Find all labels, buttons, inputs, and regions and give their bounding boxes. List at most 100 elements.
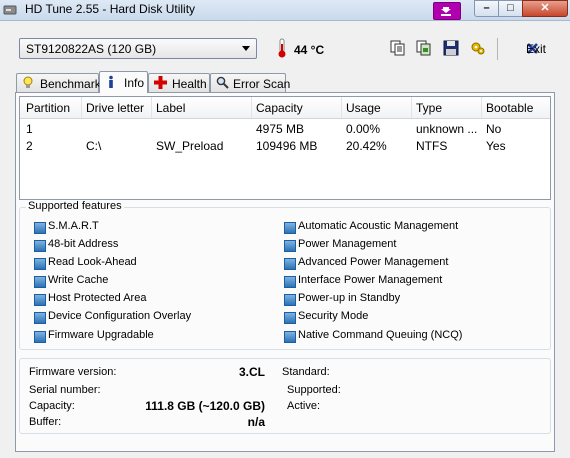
cell-partition: 2: [26, 139, 33, 153]
firmware-version-value: 3.CL: [238, 365, 265, 379]
exit-label: Exit: [526, 42, 547, 56]
feature-label: S.M.A.R.T: [48, 220, 99, 232]
column-header-label[interactable]: Label: [156, 101, 185, 115]
supported-label: Supported:: [287, 384, 341, 396]
feature-checkbox: [34, 258, 46, 270]
firmware-version-label: Firmware version:: [29, 366, 117, 378]
column-header-usage[interactable]: Usage: [346, 101, 381, 115]
tab-health[interactable]: Health: [148, 73, 210, 92]
magnifier-icon: [216, 76, 229, 92]
feature-label: Write Cache: [48, 274, 109, 286]
column-header-partition[interactable]: Partition: [26, 101, 70, 115]
column-separator: [81, 97, 82, 118]
copy-text-icon[interactable]: [389, 39, 407, 57]
capacity-value: 111.8 GB (~120.0 GB): [145, 399, 265, 413]
options-icon[interactable]: [469, 39, 487, 57]
feature-checkbox: [34, 294, 46, 306]
feature-checkbox: [284, 276, 296, 288]
feature-label: Host Protected Area: [48, 292, 147, 304]
cell-bootable: Yes: [486, 139, 506, 153]
tab-benchmark[interactable]: Benchmark: [16, 73, 101, 93]
feature-label: Power-up in Standby: [298, 292, 401, 304]
hd-tune-app-icon: [3, 3, 17, 17]
drive-select[interactable]: ST9120822AS (120 GB): [19, 38, 257, 59]
cell-partition: 1: [26, 122, 33, 136]
lightbulb-icon: [22, 76, 34, 93]
cell-label: SW_Preload: [156, 139, 224, 153]
feature-label: Advanced Power Management: [298, 256, 449, 268]
cell-type: unknown ...: [416, 122, 478, 136]
temperature-value: 44 °C: [294, 43, 325, 57]
save-icon[interactable]: [442, 39, 460, 57]
buffer-value: n/a: [247, 415, 265, 429]
cell-capacity: 4975 MB: [256, 122, 305, 136]
download-arrow-button[interactable]: [433, 2, 461, 20]
feature-checkbox: [284, 331, 296, 343]
cell-type: NTFS: [416, 139, 448, 153]
cell-usage: 20.42%: [346, 139, 387, 153]
feature-checkbox: [34, 312, 46, 324]
thermometer-icon: [277, 38, 287, 61]
column-header-bootable[interactable]: Bootable: [486, 101, 533, 115]
feature-checkbox: [34, 331, 46, 343]
cell-bootable: No: [486, 122, 502, 136]
tab-info[interactable]: Info: [99, 71, 148, 93]
feature-label: Power Management: [298, 238, 397, 250]
column-separator: [341, 97, 342, 118]
column-header-capacity[interactable]: Capacity: [256, 101, 303, 115]
feature-checkbox: [284, 222, 296, 234]
window-title: HD Tune 2.55 - Hard Disk Utility: [25, 2, 196, 16]
feature-label: Security Mode: [298, 310, 369, 322]
column-separator: [251, 97, 252, 118]
feature-checkbox: [34, 276, 46, 288]
feature-label: Device Configuration Overlay: [48, 310, 192, 322]
feature-label: Automatic Acoustic Management: [298, 220, 459, 232]
tab-benchmark-label: Benchmark: [40, 77, 101, 91]
feature-label: Interface Power Management: [298, 274, 443, 286]
standard-label: Standard:: [282, 366, 330, 378]
column-separator: [411, 97, 412, 118]
toolbar-separator: [497, 38, 498, 60]
column-header-drive-letter[interactable]: Drive letter: [86, 101, 144, 115]
feature-checkbox: [284, 294, 296, 306]
serial-number-label: Serial number:: [29, 384, 101, 396]
cell-drive-letter: C:\: [86, 139, 102, 153]
buffer-label: Buffer:: [29, 416, 62, 428]
minimize-icon: –: [483, 2, 490, 14]
tab-info-label: Info: [124, 76, 145, 90]
active-label: Active:: [287, 400, 321, 412]
info-icon: [105, 75, 117, 92]
feature-checkbox: [284, 240, 296, 252]
cell-usage: 0.00%: [346, 122, 381, 136]
supported-features-title: Supported features: [26, 200, 124, 212]
tab-error-scan-label: Error Scan: [233, 77, 291, 91]
copy-screenshot-icon[interactable]: [415, 39, 433, 57]
column-header-type[interactable]: Type: [416, 101, 442, 115]
tab-error-scan[interactable]: Error Scan: [210, 73, 290, 92]
feature-label: 48-bit Address: [48, 238, 119, 250]
column-separator: [481, 97, 482, 118]
close-button[interactable]: ✕: [522, 0, 568, 17]
drive-select-value: ST9120822AS (120 GB): [26, 42, 157, 56]
title-bar: HD Tune 2.55 - Hard Disk Utility – □ ✕: [0, 0, 570, 21]
column-separator: [151, 97, 152, 118]
feature-checkbox: [34, 240, 46, 252]
feature-checkbox: [284, 258, 296, 270]
partition-table-header: Partition Drive letter Label Capacity Us…: [20, 97, 550, 119]
close-icon: ✕: [540, 2, 550, 14]
feature-checkbox: [284, 312, 296, 324]
capacity-label: Capacity:: [29, 400, 75, 412]
exit-button[interactable]: Exit: [506, 40, 550, 58]
maximize-button[interactable]: □: [498, 0, 523, 17]
health-cross-icon: [154, 76, 167, 92]
cell-capacity: 109496 MB: [256, 139, 318, 153]
tab-health-label: Health: [172, 77, 207, 91]
feature-label: Read Look-Ahead: [48, 256, 137, 268]
chevron-down-icon: [242, 46, 250, 51]
feature-label: Native Command Queuing (NCQ): [298, 329, 463, 341]
partition-table[interactable]: Partition Drive letter Label Capacity Us…: [19, 96, 551, 200]
maximize-icon: □: [507, 2, 514, 14]
minimize-button[interactable]: –: [474, 0, 499, 17]
feature-checkbox: [34, 222, 46, 234]
feature-label: Firmware Upgradable: [48, 329, 154, 341]
